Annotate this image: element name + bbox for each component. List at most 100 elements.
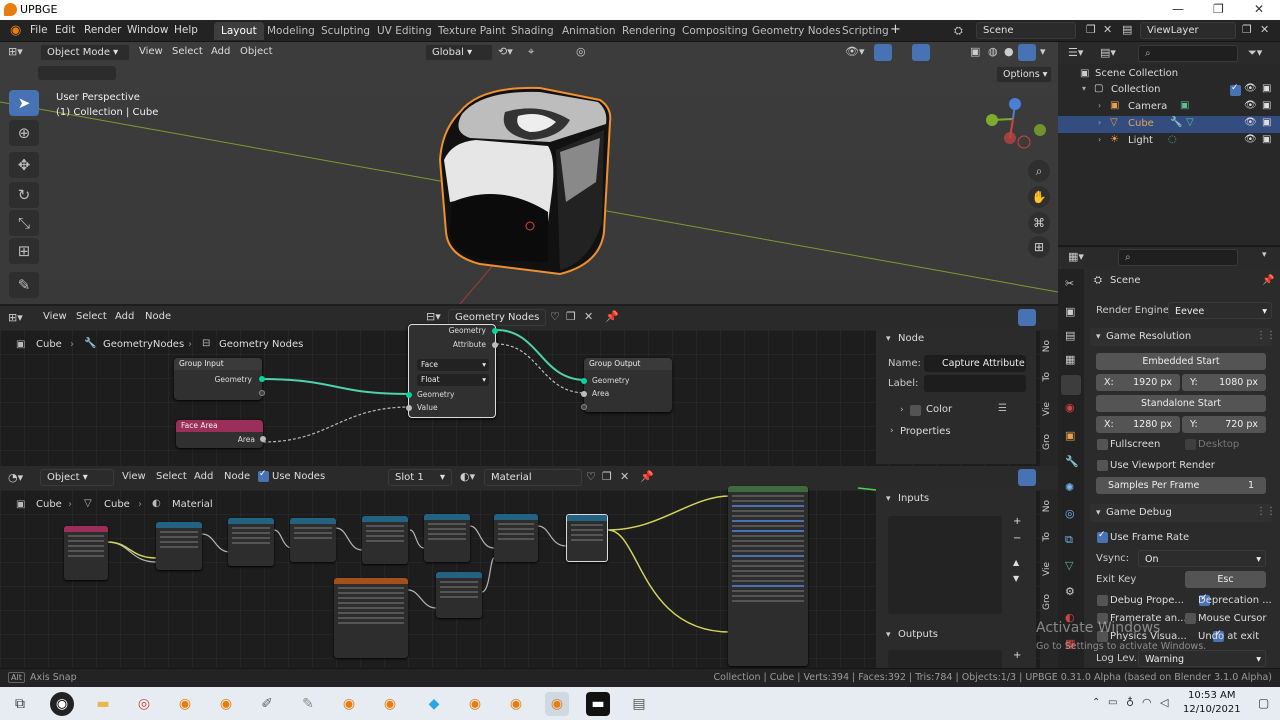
inputs-list[interactable]	[888, 516, 1002, 614]
cursor-tool-icon[interactable]: ⊕	[9, 120, 39, 146]
render-camera-icon[interactable]: ▣	[1262, 117, 1271, 128]
outliner-row-collection[interactable]: ▾ ▢ Collection 👁 ▣	[1058, 82, 1280, 99]
vsync-dropdown[interactable]: On ▾	[1138, 550, 1266, 567]
menu-edit[interactable]: Edit	[55, 24, 75, 36]
debug-properties-checkbox[interactable]	[1097, 595, 1108, 606]
chrome-icon[interactable]: ◎	[132, 692, 156, 716]
tab-layout[interactable]: Layout	[214, 22, 264, 40]
menu-render[interactable]: Render	[84, 24, 121, 36]
expand-icon[interactable]: ›	[1098, 135, 1101, 144]
mode-dropdown[interactable]: Object Mode ▾	[40, 44, 130, 61]
rotate-tool-icon[interactable]: ↻	[9, 182, 39, 208]
view-layer-tab-icon[interactable]: ▦	[1065, 353, 1075, 366]
tab-scripting[interactable]: Scripting	[835, 22, 896, 40]
render-camera-icon[interactable]: ▣	[1262, 100, 1271, 111]
outliner-row-cube[interactable]: › ▽ Cube 🔧 ▽ 👁 ▣	[1058, 116, 1280, 133]
solid-shading-icon[interactable]: ●	[1004, 45, 1014, 58]
menu-help[interactable]: Help	[174, 24, 198, 36]
world-tab-icon[interactable]: ◉	[1065, 401, 1075, 414]
menu-file[interactable]: File	[30, 24, 48, 36]
object-tab-icon[interactable]: ▣	[1065, 429, 1075, 442]
render-tab-icon[interactable]: ▣	[1065, 305, 1075, 318]
drag-handle-icon[interactable]: ⋮⋮	[1256, 506, 1276, 517]
transform-orientation-dropdown[interactable]: Global ▾	[425, 44, 493, 61]
blender-icon[interactable]: ◉	[173, 692, 197, 716]
material-shading-icon[interactable]	[1018, 44, 1036, 61]
file-explorer-icon[interactable]: ▬	[91, 692, 115, 716]
zoom-icon[interactable]: ⌕	[1028, 160, 1050, 182]
render-camera-icon[interactable]: ▣	[1262, 134, 1271, 145]
logic-tab-icon[interactable]: ⚙	[1065, 585, 1075, 598]
outliner[interactable]: ☰▾ ▤▾ ⌕ ⏷▾ ▣ Scene Collection ▾ ▢ Collec…	[1058, 42, 1280, 245]
expand-icon[interactable]: ›	[1098, 118, 1101, 127]
vp-menu-add[interactable]: Add	[211, 46, 230, 57]
blender-active-icon[interactable]: ◉	[545, 692, 569, 716]
samples-per-frame-field[interactable]: Samples Per Frame 1	[1096, 477, 1266, 494]
delete-viewlayer-icon[interactable]: ✕	[1260, 23, 1269, 36]
remove-input-icon[interactable]: −	[1013, 533, 1021, 544]
outliner-row-camera[interactable]: › ▣ Camera ▣ 👁 ▣	[1058, 99, 1280, 116]
constraints-tab-icon[interactable]: ⧉	[1065, 533, 1073, 547]
outliner-search-field[interactable]: ⌕	[1138, 45, 1238, 62]
data-tab-icon[interactable]: ▽	[1065, 559, 1073, 572]
navigation-gizmo[interactable]	[978, 94, 1048, 154]
color-checkbox[interactable]	[910, 405, 921, 416]
notifications-icon[interactable]: ▢	[1258, 696, 1269, 710]
tab-rendering[interactable]: Rendering	[615, 22, 683, 40]
sh-tab-view[interactable]: Vie	[1042, 562, 1056, 576]
tab-compositing[interactable]: Compositing	[675, 22, 755, 40]
embedded-x-field[interactable]: X: 1920 px	[1096, 374, 1180, 391]
rendered-shading-icon[interactable]: ▾	[1040, 45, 1046, 58]
drag-handle-icon[interactable]: ⋮⋮	[1256, 330, 1276, 341]
use-viewport-render-checkbox[interactable]	[1097, 460, 1108, 471]
particles-tab-icon[interactable]: ✺	[1065, 481, 1074, 494]
vscode-icon[interactable]: ◆	[422, 692, 446, 716]
tray-chevron-icon[interactable]: ⌃	[1092, 697, 1100, 708]
expand-icon[interactable]: ›	[1098, 101, 1101, 110]
visibility-icon[interactable]: 👁▾	[845, 45, 865, 58]
sh-tab-tool[interactable]: To	[1042, 532, 1056, 541]
shader-node-editor[interactable]: ◔▾ Object ▾ View Select Add Node Use Nod…	[0, 466, 1058, 668]
render-engine-dropdown[interactable]: Eevee ▾	[1168, 302, 1272, 319]
tab-animation[interactable]: Animation	[555, 22, 623, 40]
scene-selector[interactable]: Scene	[976, 22, 1076, 39]
scale-tool-icon[interactable]: ⤡	[9, 210, 39, 236]
tab-node[interactable]: No	[1042, 340, 1056, 352]
socket-dot[interactable]	[492, 328, 498, 334]
standalone-x-field[interactable]: X: 1280 px	[1096, 416, 1180, 433]
socket-dot[interactable]	[492, 342, 498, 348]
tab-modeling[interactable]: Modeling	[260, 22, 322, 40]
standalone-start-button[interactable]: Standalone Start	[1096, 395, 1266, 412]
blender-icon[interactable]: ◉	[214, 692, 238, 716]
camera-view-icon[interactable]: ⌘	[1028, 212, 1050, 234]
3d-viewport[interactable]: ⊞▾ Object Mode ▾ View Select Add Object …	[0, 42, 1058, 304]
vp-menu-select[interactable]: Select	[172, 46, 203, 57]
inputs-collapse-icon[interactable]: ▾	[886, 494, 891, 504]
task-view-icon[interactable]: ⧉	[8, 692, 32, 716]
display-mode-icon[interactable]: ▤▾	[1100, 46, 1116, 59]
exit-key-button[interactable]: Esc	[1185, 571, 1266, 588]
group-input-node[interactable]: Group Input Geometry	[174, 358, 265, 400]
pivot-icon[interactable]: ⟲▾	[498, 45, 513, 58]
node-name-field[interactable]: Capture Attribute	[924, 355, 1026, 372]
math-multiply-node-4[interactable]	[436, 572, 482, 618]
mouse-cursor-checkbox[interactable]	[1185, 613, 1196, 624]
paint-icon[interactable]: ✎	[296, 692, 320, 716]
image-texture-node[interactable]	[334, 578, 408, 658]
color-expand-icon[interactable]: ›	[900, 405, 904, 415]
options-dropdown[interactable]: Options ▾	[996, 66, 1052, 83]
color-list-icon[interactable]: ☰	[998, 403, 1007, 414]
blender-icon[interactable]: ◉	[378, 692, 402, 716]
capture-type-dropdown[interactable]: Float ▾	[417, 374, 489, 386]
node-label-field[interactable]	[924, 375, 1026, 392]
vp-menu-object[interactable]: Object	[240, 46, 273, 57]
eye-icon[interactable]: 👁	[1244, 117, 1257, 128]
geometry-node-editor[interactable]: ⊞▾ View Select Add Node ⊟▾ Geometry Node…	[0, 306, 1058, 466]
math-multiply-node-2[interactable]	[228, 518, 274, 566]
move-up-icon[interactable]: ▲	[1013, 558, 1019, 567]
new-viewlayer-icon[interactable]: ❐	[1242, 23, 1252, 36]
move-tool-icon[interactable]: ✥	[9, 152, 39, 178]
gn-overlay-toggle-icon[interactable]	[1018, 309, 1036, 326]
snap-icon[interactable]: ⌖	[528, 45, 534, 59]
tab-shading[interactable]: Shading	[504, 22, 561, 40]
